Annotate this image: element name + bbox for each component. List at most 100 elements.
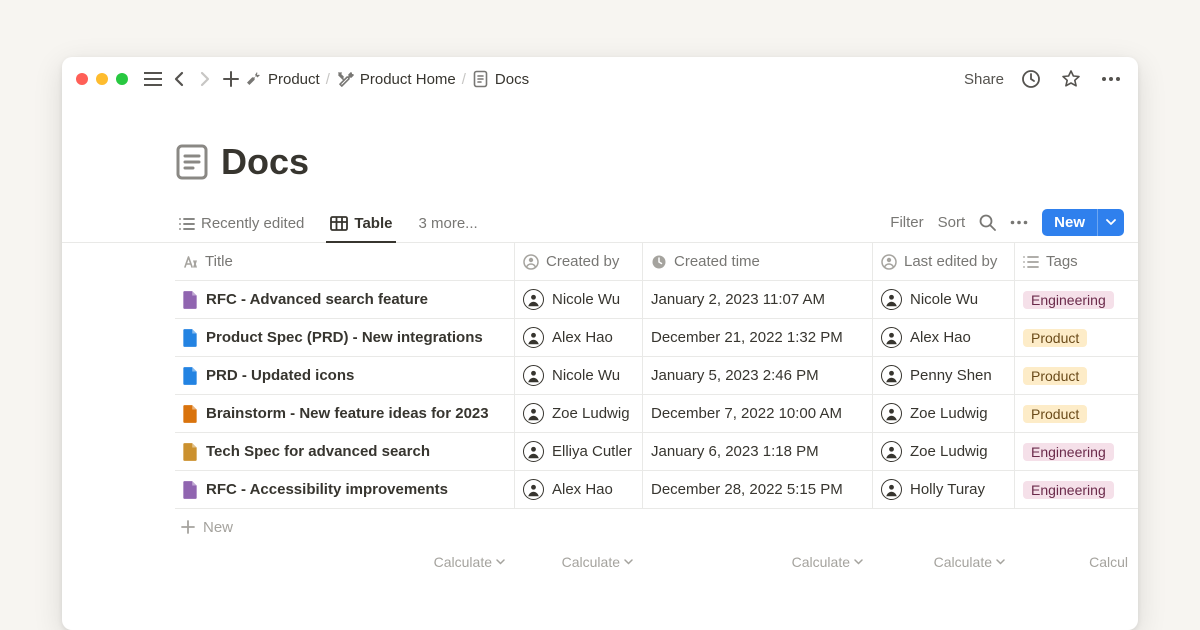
cell-created-time[interactable]: January 6, 2023 1:18 PM <box>643 433 873 470</box>
table-row[interactable]: Tech Spec for advanced search Elliya Cut… <box>175 433 1138 471</box>
tag: Product <box>1023 329 1087 347</box>
cell-edited-by[interactable]: Penny Shen <box>873 357 1015 394</box>
avatar <box>881 327 902 348</box>
page-icon <box>175 143 209 181</box>
table-row[interactable]: RFC - Advanced search feature Nicole Wu … <box>175 281 1138 319</box>
cell-created-time[interactable]: January 2, 2023 11:07 AM <box>643 281 873 318</box>
share-button[interactable]: Share <box>964 71 1004 88</box>
cell-edited-by[interactable]: Zoe Ludwig <box>873 433 1015 470</box>
nav-back-button[interactable] <box>166 66 192 92</box>
updates-icon[interactable] <box>1018 66 1044 92</box>
cell-edited-by[interactable]: Alex Hao <box>873 319 1015 356</box>
col-title[interactable]: Title <box>175 243 515 280</box>
new-button[interactable]: New <box>1042 209 1097 236</box>
cell-created-by[interactable]: Zoe Ludwig <box>515 395 643 432</box>
wrench-icon <box>244 70 262 88</box>
breadcrumb-label: Product <box>268 71 320 88</box>
chevron-down-icon <box>496 559 505 565</box>
new-dropdown-button[interactable] <box>1097 209 1124 236</box>
table-row[interactable]: Brainstorm - New feature ideas for 2023 … <box>175 395 1138 433</box>
page-header: Docs <box>62 101 1138 183</box>
breadcrumb: Product / Product Home / Docs <box>244 70 529 88</box>
view-options-icon[interactable] <box>1010 220 1028 225</box>
avatar <box>523 479 544 500</box>
calc-created-time[interactable]: Calculate <box>643 554 873 570</box>
view-label: 3 more... <box>418 215 477 232</box>
table-header: Title Created by Created time Last edite… <box>175 243 1138 281</box>
avatar <box>523 365 544 386</box>
more-icon[interactable] <box>1098 66 1124 92</box>
page-icon <box>181 366 199 386</box>
cell-tags[interactable]: Engineering <box>1015 433 1138 470</box>
breadcrumb-product[interactable]: Product <box>244 70 320 88</box>
table-row[interactable]: PRD - Updated icons Nicole Wu January 5,… <box>175 357 1138 395</box>
calc-created-by[interactable]: Calculate <box>515 554 643 570</box>
table-row[interactable]: Product Spec (PRD) - New integrations Al… <box>175 319 1138 357</box>
views-actions: Filter Sort New <box>890 209 1138 236</box>
hamburger-icon[interactable] <box>140 66 166 92</box>
breadcrumb-product-home[interactable]: Product Home <box>336 70 456 88</box>
cell-title[interactable]: RFC - Advanced search feature <box>175 281 515 318</box>
col-last-edited-by[interactable]: Last edited by <box>873 243 1015 280</box>
cell-title[interactable]: Product Spec (PRD) - New integrations <box>175 319 515 356</box>
avatar <box>523 441 544 462</box>
col-tags[interactable]: Tags <box>1015 243 1138 280</box>
tools-icon <box>336 70 354 88</box>
calc-edited-by[interactable]: Calculate <box>873 554 1015 570</box>
sort-button[interactable]: Sort <box>938 214 966 231</box>
page-icon <box>181 480 199 500</box>
cell-tags[interactable]: Product <box>1015 395 1138 432</box>
table-row[interactable]: RFC - Accessibility improvements Alex Ha… <box>175 471 1138 509</box>
view-label: Table <box>354 215 392 232</box>
page-icon <box>181 328 199 348</box>
maximize-window-button[interactable] <box>116 73 128 85</box>
cell-edited-by[interactable]: Zoe Ludwig <box>873 395 1015 432</box>
calc-tags[interactable]: Calcul <box>1015 554 1138 570</box>
app-window: Product / Product Home / Docs Share <box>62 57 1138 630</box>
cell-tags[interactable]: Engineering <box>1015 281 1138 318</box>
cell-created-by[interactable]: Alex Hao <box>515 471 643 508</box>
cell-created-by[interactable]: Nicole Wu <box>515 357 643 394</box>
nav-forward-button[interactable] <box>192 66 218 92</box>
cell-title[interactable]: PRD - Updated icons <box>175 357 515 394</box>
col-created-by[interactable]: Created by <box>515 243 643 280</box>
cell-created-by[interactable]: Nicole Wu <box>515 281 643 318</box>
page-name: RFC - Accessibility improvements <box>206 481 448 498</box>
cell-created-by[interactable]: Alex Hao <box>515 319 643 356</box>
cell-created-time[interactable]: December 7, 2022 10:00 AM <box>643 395 873 432</box>
view-recently-edited[interactable]: Recently edited <box>175 211 308 242</box>
filter-button[interactable]: Filter <box>890 214 923 231</box>
chevron-down-icon <box>1106 219 1116 226</box>
cell-created-by[interactable]: Elliya Cutler <box>515 433 643 470</box>
tag: Engineering <box>1023 443 1114 461</box>
view-more[interactable]: 3 more... <box>414 211 481 242</box>
close-window-button[interactable] <box>76 73 88 85</box>
chevron-down-icon <box>624 559 633 565</box>
cell-tags[interactable]: Product <box>1015 357 1138 394</box>
page-icon <box>472 70 489 88</box>
col-created-time[interactable]: Created time <box>643 243 873 280</box>
cell-created-time[interactable]: December 28, 2022 5:15 PM <box>643 471 873 508</box>
view-label: Recently edited <box>201 215 304 232</box>
breadcrumb-docs[interactable]: Docs <box>472 70 529 88</box>
cell-title[interactable]: Brainstorm - New feature ideas for 2023 <box>175 395 515 432</box>
cell-created-time[interactable]: December 21, 2022 1:32 PM <box>643 319 873 356</box>
cell-edited-by[interactable]: Holly Turay <box>873 471 1015 508</box>
calc-title[interactable]: Calculate <box>175 554 515 570</box>
cell-edited-by[interactable]: Nicole Wu <box>873 281 1015 318</box>
cell-title[interactable]: Tech Spec for advanced search <box>175 433 515 470</box>
search-icon[interactable] <box>979 214 996 231</box>
new-row-button[interactable]: New <box>175 509 1138 545</box>
page-icon <box>181 442 199 462</box>
cell-created-time[interactable]: January 5, 2023 2:46 PM <box>643 357 873 394</box>
favorite-icon[interactable] <box>1058 66 1084 92</box>
cell-tags[interactable]: Engineering <box>1015 471 1138 508</box>
page-name: RFC - Advanced search feature <box>206 291 428 308</box>
tag: Engineering <box>1023 291 1114 309</box>
page-title[interactable]: Docs <box>221 141 309 183</box>
view-table[interactable]: Table <box>326 211 396 243</box>
cell-title[interactable]: RFC - Accessibility improvements <box>175 471 515 508</box>
new-page-button[interactable] <box>218 66 244 92</box>
minimize-window-button[interactable] <box>96 73 108 85</box>
cell-tags[interactable]: Product <box>1015 319 1138 356</box>
